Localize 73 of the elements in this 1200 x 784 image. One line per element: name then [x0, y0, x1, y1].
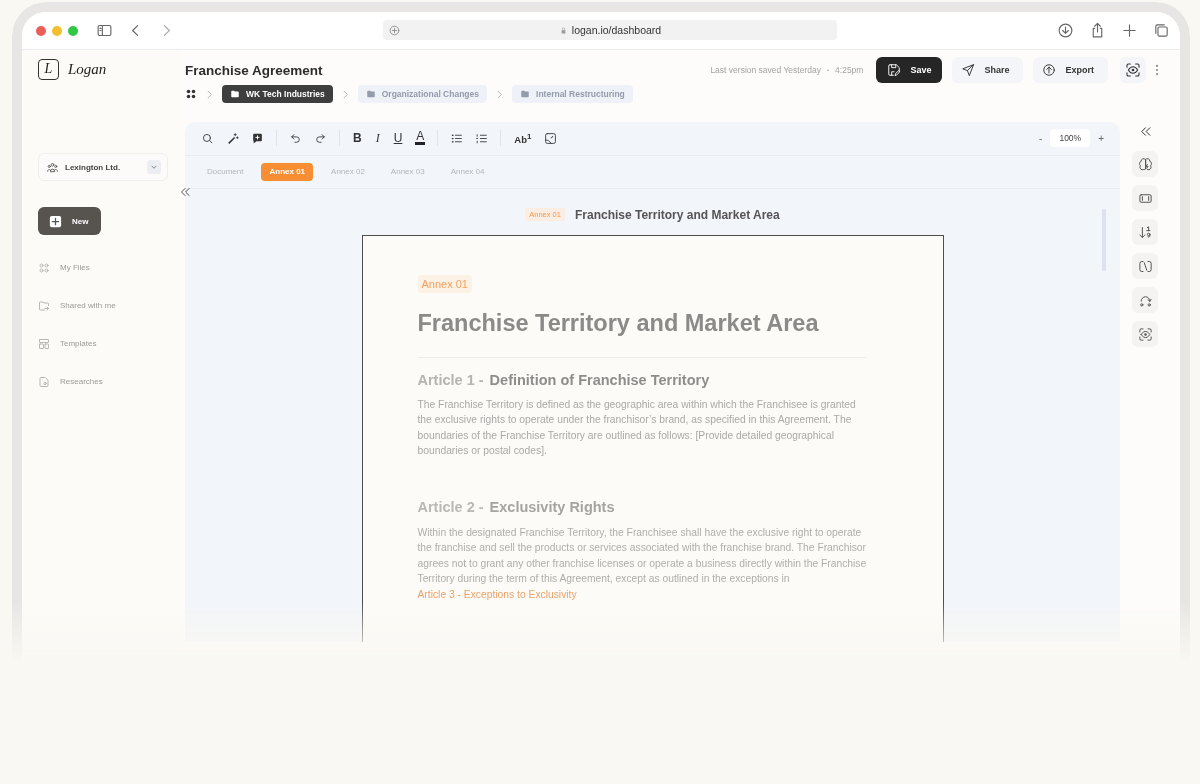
tabs-icon[interactable]: [1153, 22, 1170, 39]
bold-button[interactable]: B: [352, 131, 363, 145]
zoom-out-button[interactable]: -: [1035, 132, 1047, 144]
send-icon: [961, 63, 976, 77]
logo-mark: L: [38, 58, 59, 80]
redo-button[interactable]: [1132, 287, 1158, 313]
brain-icon: [1137, 156, 1153, 172]
article-text: The Franchise Territory is defined as the geographic area within which the Franchisee is granted the exclusive rights to operate under the franchisor’s brand, as specified in this Agreement. The boundaries of the Franchise Territory are outlined as follows: [Provide detailed geographical boundaries or postal codes].: [417, 397, 857, 458]
saved-time: 4:25pm: [835, 65, 864, 75]
upload-icon: [1042, 63, 1057, 77]
rotate-button[interactable]: [1132, 253, 1158, 279]
folder-icon: [230, 89, 240, 99]
export-button[interactable]: Export: [1033, 57, 1108, 83]
collapse-icon[interactable]: [178, 185, 192, 199]
document-icon: [38, 375, 50, 388]
add-icon[interactable]: [388, 23, 401, 37]
nav-item[interactable]: My Files: [38, 261, 180, 274]
brain-button[interactable]: [1132, 151, 1158, 177]
italic-button[interactable]: I: [374, 131, 381, 145]
url-text: logan.io/dashboard: [571, 24, 662, 36]
nav-item[interactable]: Researches: [38, 375, 180, 388]
sidebar-icon[interactable]: [96, 22, 113, 39]
folder-icon: [365, 89, 376, 99]
sort-icon: [1137, 224, 1153, 240]
organization-name: Lexington Ltd.: [65, 162, 121, 172]
preview-button[interactable]: [1120, 57, 1146, 83]
zoom-in-button[interactable]: +: [1094, 132, 1108, 144]
magic-wand-icon[interactable]: [226, 131, 239, 145]
section-title: Franchise Territory and Market Area: [574, 207, 780, 222]
eye-icon: [1125, 62, 1141, 78]
document-title: Franchise Agreement: [185, 62, 323, 78]
redo-icon[interactable]: [314, 131, 327, 145]
rotate-icon: [1137, 258, 1153, 274]
article-number: Article 1 -: [417, 371, 484, 388]
grid-icon: [38, 261, 50, 274]
text-color-button[interactable]: A: [415, 131, 426, 146]
save-icon: [887, 63, 902, 77]
sort-button[interactable]: [1132, 219, 1158, 245]
new-button[interactable]: New: [38, 207, 101, 235]
shared-folder-icon: [38, 299, 50, 312]
templates-icon: [38, 337, 50, 350]
download-icon[interactable]: [1057, 22, 1074, 39]
apps-icon[interactable]: [185, 88, 197, 100]
people-icon: [46, 160, 59, 174]
save-button[interactable]: Save: [876, 57, 943, 83]
undo-icon[interactable]: [289, 131, 302, 145]
comment-icon[interactable]: [251, 131, 264, 145]
preview-icon: [1137, 326, 1153, 342]
superscript-button[interactable]: Ab$^{1}$: [513, 130, 533, 147]
nav-item[interactable]: Shared with me: [38, 299, 180, 312]
plus-icon: [48, 213, 63, 229]
new-tab-icon[interactable]: [1121, 22, 1138, 39]
logo-text: Logan: [68, 60, 107, 78]
zoom-level[interactable]: 100%: [1050, 129, 1091, 148]
page-title: Franchise Territory and Market Area: [417, 309, 820, 337]
image-icon[interactable]: [544, 131, 558, 145]
bullet-list-icon[interactable]: [450, 131, 464, 145]
annex-tag: Annex 01: [417, 274, 472, 293]
article-title: Exclusivity Rights: [489, 498, 615, 515]
organization-selector[interactable]: Lexington Ltd.: [38, 153, 168, 181]
breadcrumb[interactable]: WK Tech Industries: [222, 85, 333, 103]
underline-button[interactable]: U: [392, 131, 404, 145]
frame-button[interactable]: [1132, 185, 1158, 211]
search-icon[interactable]: [201, 131, 214, 145]
address-bar[interactable]: logan.io/dashboard: [383, 20, 837, 40]
share-button[interactable]: Share: [952, 57, 1024, 83]
last-saved-text: Last version saved Yesterday: [710, 65, 821, 75]
close-button[interactable]: [36, 25, 46, 36]
article-text: Within the designated Franchise Territory, the Franchisee shall have the exclusive right to operate the franchise and sell the products or services associated with the franchise brand. The Franchisor agrees not to grant any other franchise licenses or operate a business directly within the Franchise Territory during the term of this Agreement, except as outlined in the exceptions in Article 3 - Exceptions to Exclusivity: [417, 525, 867, 602]
article-number: Article 2 -: [417, 498, 484, 515]
numbered-list-icon[interactable]: [475, 131, 489, 145]
article-title: Definition of Franchise Territory: [489, 371, 710, 388]
folder-icon: [520, 89, 530, 99]
